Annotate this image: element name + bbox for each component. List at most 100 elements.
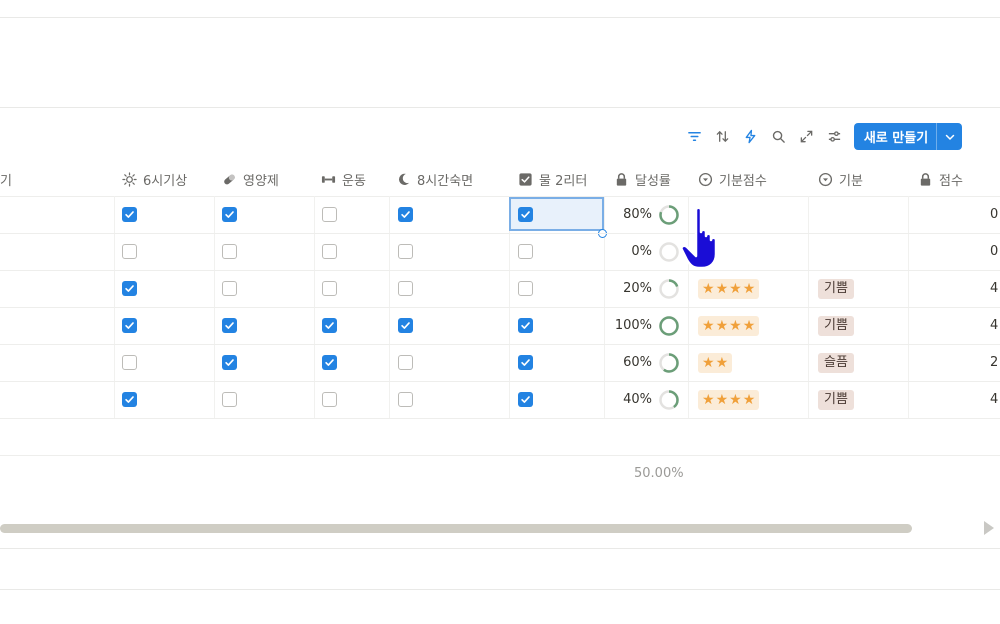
rate-value: 20% xyxy=(623,281,652,296)
column-header-rate[interactable]: 달성률 xyxy=(614,162,671,196)
checkbox-unchecked[interactable] xyxy=(398,355,413,370)
column-label: 점수 xyxy=(939,173,963,189)
checkbox-unchecked[interactable] xyxy=(122,355,137,370)
checkbox-unchecked[interactable] xyxy=(122,244,137,259)
star-icon: ★ xyxy=(702,355,715,371)
column-label: 달성률 xyxy=(635,173,671,189)
mood-tag[interactable]: 기쁨 xyxy=(818,316,854,336)
checkbox-unchecked[interactable] xyxy=(398,281,413,296)
progress-ring xyxy=(659,279,679,299)
checkbox-checked[interactable] xyxy=(398,207,413,222)
checkbox-unchecked[interactable] xyxy=(398,244,413,259)
column-label: 일기 xyxy=(0,173,12,189)
checkbox-checked[interactable] xyxy=(222,355,237,370)
dumbbell-icon xyxy=(321,175,336,183)
checkbox-unchecked[interactable] xyxy=(518,244,533,259)
column-header-diary[interactable]: 일기 xyxy=(0,162,12,196)
rate-value: 100% xyxy=(614,318,652,333)
row-divider xyxy=(0,307,1000,308)
checkbox-checked[interactable] xyxy=(222,318,237,333)
progress-ring xyxy=(659,205,679,225)
checkbox-unchecked[interactable] xyxy=(322,392,337,407)
mood-score-stars[interactable]: ★ ★ ★ ★ xyxy=(698,390,760,410)
checkbox-checked[interactable] xyxy=(518,392,533,407)
new-button-label[interactable]: 새로 만들기 xyxy=(854,123,936,150)
mood-score-stars[interactable]: ★ ★ xyxy=(698,353,733,373)
checkbox-unchecked[interactable] xyxy=(398,392,413,407)
checkbox-icon xyxy=(519,172,532,186)
column-header-sleep[interactable]: 8시간숙면 xyxy=(396,162,473,196)
mood-tag[interactable]: 기쁨 xyxy=(818,390,854,410)
star-icon: ★ xyxy=(715,281,729,297)
lock-icon xyxy=(616,172,627,186)
mood-tag[interactable]: 기쁨 xyxy=(818,279,854,299)
star-icon: ★ xyxy=(715,318,729,334)
score-value: 4 xyxy=(990,281,999,296)
column-header-score[interactable]: 점수 xyxy=(918,162,963,196)
checkbox-checked[interactable] xyxy=(122,318,137,333)
checkbox-checked[interactable] xyxy=(398,318,413,333)
hand-pointer-icon xyxy=(680,206,718,270)
checkbox-unchecked[interactable] xyxy=(322,244,337,259)
checkbox-checked[interactable] xyxy=(122,392,137,407)
progress-ring xyxy=(659,242,679,262)
checkbox-checked[interactable] xyxy=(322,318,337,333)
lock-icon xyxy=(920,172,931,186)
column-header-water[interactable]: 물 2리터 xyxy=(518,162,587,196)
star-icon: ★ xyxy=(742,318,756,334)
mood-tag[interactable]: 슬픔 xyxy=(818,353,854,373)
rate-value: 0% xyxy=(631,244,652,259)
bottom-divider xyxy=(0,548,1000,549)
rate-value: 60% xyxy=(623,355,652,370)
horizontal-scrollbar[interactable] xyxy=(0,524,912,533)
mood-score-stars[interactable]: ★ ★ ★ ★ xyxy=(698,316,760,336)
expand-icon[interactable] xyxy=(792,122,820,150)
column-header-mood[interactable]: 기분 xyxy=(818,162,863,196)
star-icon: ★ xyxy=(729,318,742,334)
column-header-supplement[interactable]: 영양제 xyxy=(222,162,279,196)
checkbox-unchecked[interactable] xyxy=(322,281,337,296)
progress-ring xyxy=(659,390,679,410)
column-label: 8시간숙면 xyxy=(417,173,474,189)
column-header-wakeup[interactable]: 6시기상 xyxy=(122,162,187,196)
progress-ring xyxy=(659,353,679,373)
checkbox-checked[interactable] xyxy=(518,355,533,370)
column-header-mood-score[interactable]: 기분점수 xyxy=(698,162,767,196)
search-icon[interactable] xyxy=(764,122,792,150)
settings-sliders-icon[interactable] xyxy=(820,122,848,150)
header-row-divider xyxy=(0,196,1000,197)
page-bottom-divider xyxy=(0,589,1000,590)
scroll-right-arrow-icon[interactable] xyxy=(984,521,994,535)
checkbox-unchecked[interactable] xyxy=(518,281,533,296)
progress-ring xyxy=(659,316,679,336)
checkbox-checked[interactable] xyxy=(322,355,337,370)
checkbox-checked[interactable] xyxy=(122,281,137,296)
score-value: 2 xyxy=(990,355,999,370)
checkbox-unchecked[interactable] xyxy=(322,207,337,222)
checkbox-unchecked[interactable] xyxy=(222,244,237,259)
filter-icon[interactable] xyxy=(680,122,708,150)
checkbox-checked[interactable] xyxy=(518,207,533,222)
star-icon: ★ xyxy=(742,281,756,297)
checkbox-unchecked[interactable] xyxy=(222,392,237,407)
checkbox-checked[interactable] xyxy=(222,207,237,222)
star-icon: ★ xyxy=(715,355,729,371)
column-label: 물 2리터 xyxy=(539,173,588,189)
view-toolbar xyxy=(680,122,848,150)
dropdown-circle-icon xyxy=(698,172,713,186)
new-button[interactable]: 새로 만들기 xyxy=(854,123,962,150)
column-header-exercise[interactable]: 운동 xyxy=(321,162,366,196)
moon-icon xyxy=(399,173,410,185)
pill-icon xyxy=(224,174,235,184)
star-icon: ★ xyxy=(729,281,742,297)
row-divider xyxy=(0,233,1000,234)
mood-score-stars[interactable]: ★ ★ ★ ★ xyxy=(698,279,760,299)
checkbox-unchecked[interactable] xyxy=(222,281,237,296)
chevron-down-icon[interactable] xyxy=(936,123,962,150)
checkbox-checked[interactable] xyxy=(518,318,533,333)
automation-lightning-icon[interactable] xyxy=(736,122,764,150)
checkbox-checked[interactable] xyxy=(122,207,137,222)
sort-icon[interactable] xyxy=(708,122,736,150)
score-value: 4 xyxy=(990,318,999,333)
score-value: 4 xyxy=(990,392,999,407)
